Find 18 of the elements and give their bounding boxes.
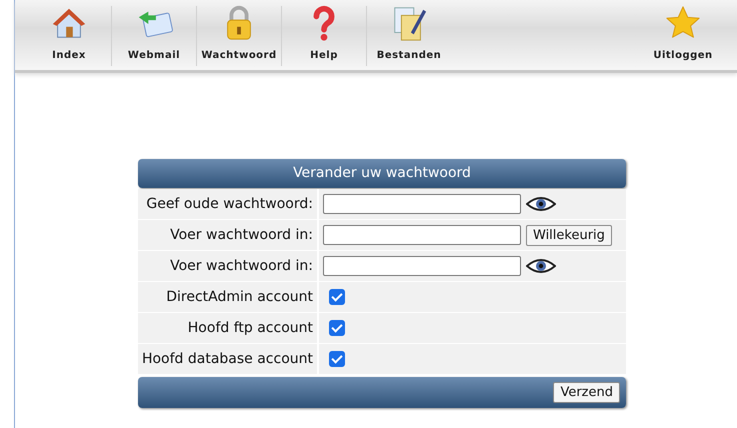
submit-button[interactable]: Verzend xyxy=(553,382,620,403)
nav-link[interactable]: Help xyxy=(310,50,338,61)
logout-link[interactable]: Uitloggen xyxy=(653,50,713,61)
generate-button[interactable]: Willekeurig xyxy=(526,224,612,246)
nav-link[interactable]: Webmail xyxy=(128,50,180,61)
password-field[interactable] xyxy=(323,194,521,214)
eye-icon[interactable] xyxy=(526,258,556,274)
eye-icon[interactable] xyxy=(526,196,556,212)
checkbox[interactable] xyxy=(329,351,345,367)
password-field[interactable] xyxy=(323,225,521,245)
nav-link[interactable]: Bestanden xyxy=(376,50,442,61)
form-title: Verander uw wachtwoord xyxy=(138,159,626,188)
checkbox[interactable] xyxy=(329,289,345,305)
password-field[interactable] xyxy=(323,256,521,276)
checkbox[interactable] xyxy=(329,320,345,336)
nav-link[interactable]: Index xyxy=(52,50,86,61)
nav-link[interactable]: Wachtwoord xyxy=(201,50,277,61)
field-label: Hoofd database account xyxy=(138,344,319,374)
